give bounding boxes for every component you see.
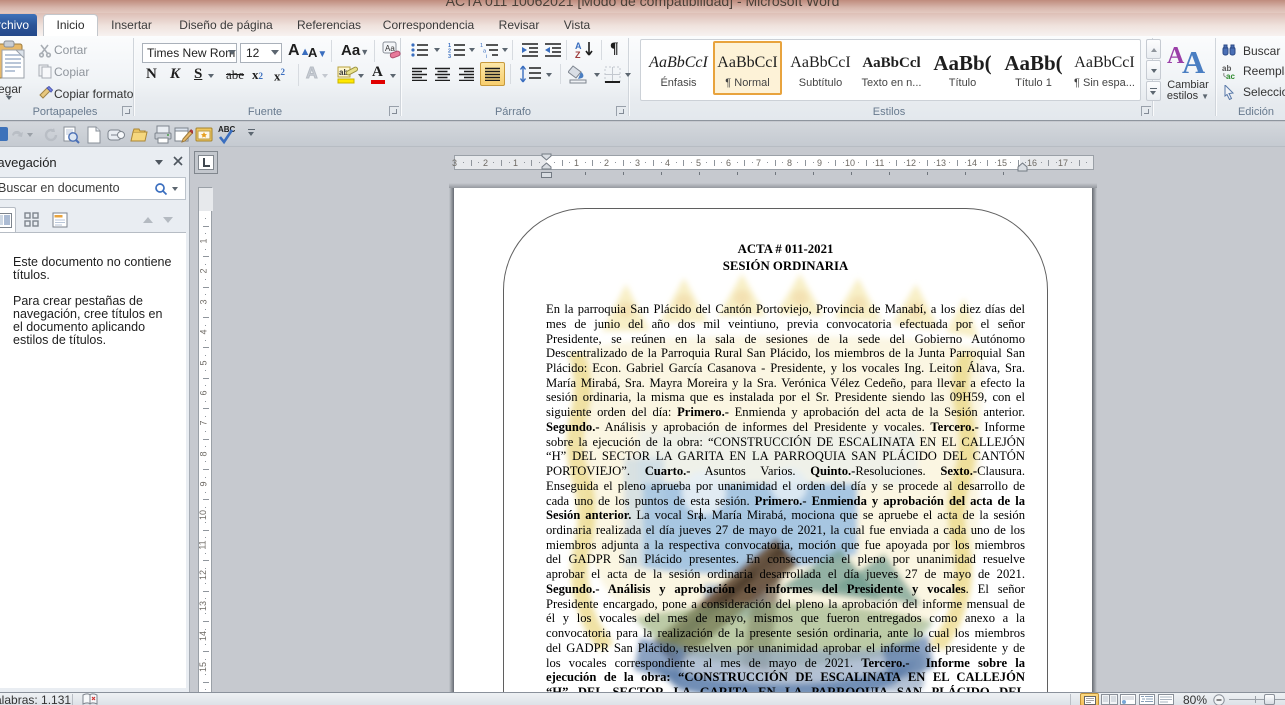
- svg-text:Aa: Aa: [385, 44, 395, 53]
- svg-text:A: A: [1182, 44, 1205, 75]
- svg-text:i: i: [486, 54, 487, 58]
- svg-text:ac: ac: [1226, 72, 1235, 79]
- svg-text:3: 3: [448, 54, 451, 58]
- svg-text:Z: Z: [575, 50, 581, 59]
- svg-text:ABC: ABC: [218, 125, 236, 134]
